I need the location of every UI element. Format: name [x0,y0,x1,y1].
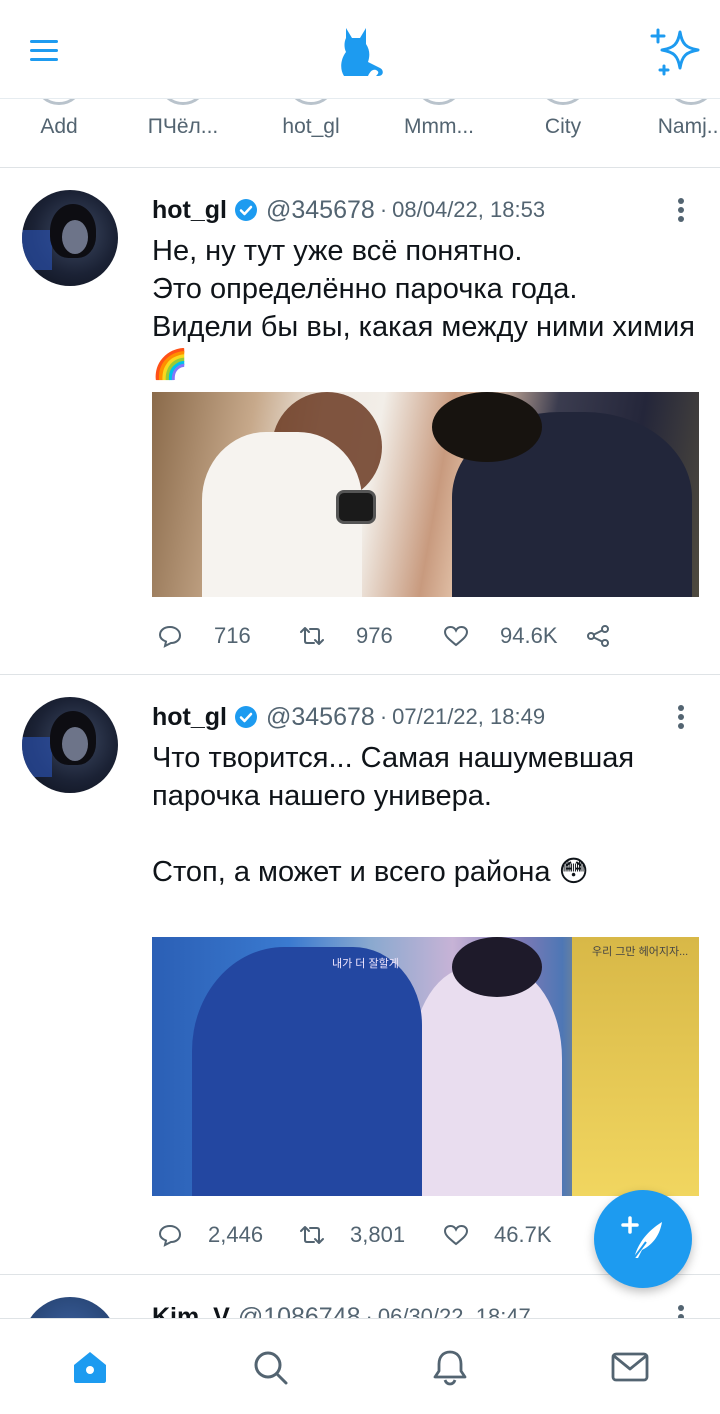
author-handle: @345678 [266,195,375,224]
more-options-icon[interactable] [676,198,686,224]
story-avatar [158,99,208,105]
story-label: hot_gl [282,115,340,138]
like-count: 46.7K [494,1222,552,1247]
reply-button[interactable]: 716 [156,618,251,654]
tweet-actions: 2,446 3,801 46.7K [152,1217,652,1253]
story-item[interactable]: Namj... [636,99,720,167]
sparkle-icon[interactable] [648,24,704,78]
image-detail [452,937,542,997]
share-button[interactable] [584,618,612,654]
tweet[interactable]: Kim_V @1086748 · 06/30/22, 18:47 [0,1275,720,1319]
more-options-icon[interactable] [676,705,686,731]
tweet-timestamp: 07/21/22, 18:49 [392,704,546,729]
image-caption: 우리 그만 헤어지자... [592,946,689,958]
story-avatar [286,99,336,105]
image-detail [572,937,699,1196]
story-label: Namj... [657,115,720,138]
retweet-button[interactable]: 976 [298,618,393,654]
tweet-text: Что творится... Самая нашумевшая парочка… [152,742,635,888]
author-handle: @345678 [266,702,375,731]
tweet-header: hot_gl @345678 · 07/21/22, 18:49 [152,702,545,732]
hamburger-menu-icon[interactable] [26,34,62,66]
compose-feather-icon [621,1216,662,1259]
author-handle: @1086748 [237,1302,361,1320]
author-name[interactable]: hot_gl [152,196,227,225]
story-label: Mmm... [404,115,474,138]
tweet[interactable]: hot_gl @345678 · 08/04/22, 18:53 Не, ну … [0,168,720,675]
reply-count: 716 [214,623,251,648]
story-avatar [34,99,84,105]
avatar[interactable] [22,190,118,286]
like-button[interactable]: 46.7K [442,1217,552,1253]
bottom-navigation [0,1318,720,1414]
more-options-icon[interactable] [676,1305,686,1319]
reply-icon [158,625,182,648]
compose-tweet-button[interactable] [594,1190,692,1288]
avatar-detail [22,230,52,270]
story-avatar [538,99,588,105]
image-detail [336,490,376,524]
story-label: ПЧёл... [147,115,219,138]
story-avatar [666,99,716,105]
story-item[interactable]: hot_gl [256,99,366,167]
like-button[interactable]: 94.6K [442,618,558,654]
separator-dot: · [365,1304,373,1319]
cat-logo-icon [341,28,383,76]
like-count: 94.6K [500,623,558,648]
top-bar [0,0,720,98]
author-name[interactable]: Kim_V [152,1303,230,1320]
tweet-image[interactable]: 우리 그만 헤어지자... 내가 더 잘할게 [152,937,699,1196]
tweet-timestamp: 06/30/22, 18:47 [377,1304,531,1319]
tweet-image[interactable] [152,392,699,597]
story-item[interactable]: Mmm... [384,99,494,167]
heart-icon [443,1224,469,1246]
story-label: Add [40,115,78,138]
story-avatar [414,99,464,105]
separator-dot: · [379,704,388,729]
retweet-icon [300,1226,324,1244]
image-detail [192,947,422,1196]
avatar-detail [62,220,88,254]
tweet[interactable]: hot_gl @345678 · 07/21/22, 18:49 Что тво… [0,675,720,1275]
image-detail [432,392,542,462]
image-caption: 내가 더 잘할게 [332,958,399,970]
avatar[interactable] [22,1297,118,1319]
share-icon [587,625,609,647]
reply-count: 2,446 [208,1222,264,1247]
story-label: City [544,115,582,138]
tweet-header: Kim_V @1086748 · 06/30/22, 18:47 [152,1302,531,1320]
tweet-actions: 716 976 94.6K [152,618,652,654]
heart-icon [443,625,469,647]
tweet-timestamp: 08/04/22, 18:53 [392,197,546,222]
verified-badge-icon [235,199,257,221]
story-add[interactable]: Add [4,99,114,167]
avatar[interactable] [22,697,118,793]
reply-button[interactable]: 2,446 [156,1217,263,1253]
separator-dot: · [379,197,388,222]
tweet-text: Не, ну тут уже всё понятно. Это определё… [152,235,695,381]
author-name[interactable]: hot_gl [152,703,227,732]
fleets-row: Add ПЧёл... hot_gl Mmm... City Namj... [0,98,720,168]
tweet-header: hot_gl @345678 · 08/04/22, 18:53 [152,195,545,225]
home-icon[interactable] [70,1347,110,1387]
retweet-count: 976 [356,623,393,648]
retweet-count: 3,801 [350,1222,406,1247]
retweet-icon [300,627,324,645]
search-icon[interactable] [250,1347,290,1387]
reply-icon [158,1224,182,1247]
retweet-button[interactable]: 3,801 [298,1217,405,1253]
image-detail [412,967,562,1196]
story-item[interactable]: City [508,99,618,167]
avatar-detail [62,727,88,761]
avatar-detail [22,737,52,777]
mail-icon[interactable] [610,1347,650,1387]
verified-badge-icon [235,706,257,728]
bell-icon[interactable] [430,1347,470,1387]
story-item[interactable]: ПЧёл... [128,99,238,167]
